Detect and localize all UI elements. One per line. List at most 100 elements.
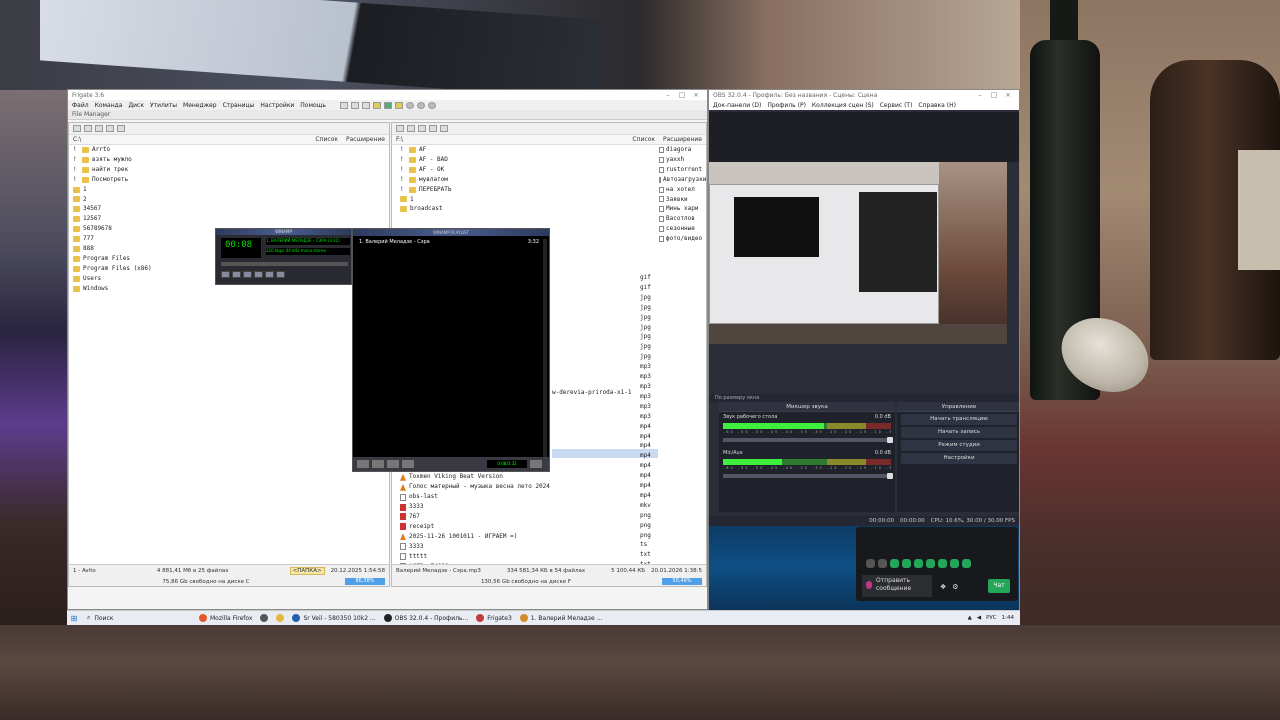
list-item[interactable]: 3333 xyxy=(400,542,646,552)
network-icon[interactable]: ▲ xyxy=(968,615,972,621)
copy-icon[interactable] xyxy=(339,101,348,109)
menu-command[interactable]: Команда xyxy=(95,102,123,109)
side-list-item[interactable]: фото/видео xyxy=(659,234,704,244)
side-list-item[interactable]: сезонные xyxy=(659,224,704,234)
list-item[interactable]: ! AF - BAD xyxy=(400,155,646,165)
taskbar-app[interactable] xyxy=(276,614,285,622)
menu-profile[interactable]: Профиль (P) xyxy=(767,102,806,109)
settings-gear-icon[interactable]: ⚙ xyxy=(952,583,958,591)
list-item[interactable]: ! AF - OK xyxy=(400,165,646,175)
taskbar-app[interactable]: Mozilla Firefox xyxy=(199,614,252,622)
select-button[interactable] xyxy=(387,460,399,468)
favorites-icon[interactable] xyxy=(394,101,403,109)
list-item[interactable]: 1 xyxy=(73,185,389,195)
list-item[interactable]: ! Arrto xyxy=(73,145,389,155)
volume-icon[interactable]: ◀ xyxy=(977,615,981,621)
start-windows-icon[interactable]: ⊞ xyxy=(67,614,81,623)
list-item[interactable]: ! мувлатом xyxy=(400,175,646,185)
pause-icon[interactable] xyxy=(243,271,252,278)
menu-help[interactable]: Помощь xyxy=(300,102,326,109)
drive-icon[interactable] xyxy=(396,125,404,132)
next-icon[interactable] xyxy=(265,271,274,278)
add-button[interactable] xyxy=(357,460,369,468)
start-recording-button[interactable]: Начать запись xyxy=(901,427,1017,438)
menu-utilities[interactable]: Утилиты xyxy=(150,102,177,109)
network-icon[interactable] xyxy=(84,125,92,132)
menu-settings[interactable]: Настройки xyxy=(260,102,294,109)
chat-button[interactable]: Чат xyxy=(988,579,1010,593)
forward-icon[interactable] xyxy=(416,101,425,109)
people-icon[interactable]: ❖ xyxy=(940,583,946,591)
list-item[interactable]: ! AF xyxy=(400,145,646,155)
list-item[interactable]: obs-last xyxy=(400,492,646,502)
volume-slider[interactable] xyxy=(723,473,893,479)
clock[interactable]: 1:44 xyxy=(1002,615,1014,621)
side-list-item[interactable]: rustorrent xyxy=(659,165,704,175)
minimize-button[interactable]: – xyxy=(973,91,987,99)
eject-icon[interactable] xyxy=(276,271,285,278)
winamp-player[interactable]: WINAMP 00:08 1. ВАЛЕРИЙ МЕЛАДЗЕ - СЭРА (… xyxy=(215,228,352,285)
truncated-file-name[interactable]: w-derevia-priroda-x1-1 xyxy=(552,389,631,396)
list-item[interactable]: Голос матерный - музыка весна лето 2024 xyxy=(400,482,646,492)
voice-icon[interactable] xyxy=(890,559,899,568)
play-icon[interactable] xyxy=(232,271,241,278)
list-item[interactable]: ! ПЕРЕБРАТЬ xyxy=(400,185,646,195)
stop-icon[interactable] xyxy=(254,271,263,278)
back-icon[interactable] xyxy=(405,101,414,109)
slider-knob[interactable] xyxy=(887,473,893,479)
taskbar-app[interactable]: Sr Veil - 580350 10k2 ... xyxy=(292,614,376,622)
drive-icon[interactable] xyxy=(73,125,81,132)
winamp-seek-bar[interactable] xyxy=(221,262,348,266)
settings-button[interactable]: Настройки xyxy=(901,453,1017,464)
folder-icon[interactable] xyxy=(372,101,381,109)
side-list-item[interactable]: diagora xyxy=(659,145,704,155)
side-list-item[interactable]: Заявки xyxy=(659,195,704,205)
obs-preview[interactable] xyxy=(709,162,1007,344)
voice-icon[interactable] xyxy=(938,559,947,568)
left-path[interactable]: C:\ xyxy=(73,136,81,143)
close-button[interactable]: × xyxy=(1001,91,1015,99)
menu-disk[interactable]: Диск xyxy=(128,102,144,109)
voice-icon[interactable] xyxy=(950,559,959,568)
move-icon[interactable] xyxy=(350,101,359,109)
list-item[interactable]: Toxmen Viking Beat Version xyxy=(400,472,646,482)
list-item[interactable]: ttttt xyxy=(400,552,646,562)
root-icon[interactable] xyxy=(106,125,114,132)
close-button[interactable]: × xyxy=(689,91,703,99)
taskbar-app[interactable]: OBS 32.0.4 - Профиль... xyxy=(383,614,468,622)
maximize-button[interactable]: □ xyxy=(675,91,689,99)
left-list-column[interactable]: Список xyxy=(315,136,338,143)
list-item[interactable]: 34567 xyxy=(73,204,389,214)
list-item[interactable]: Windows xyxy=(73,284,389,294)
taskbar-app[interactable] xyxy=(260,614,269,622)
home-icon[interactable] xyxy=(418,125,426,132)
list-item[interactable]: 2025-11-26 1001011 - ИГРАЕМ =) xyxy=(400,532,646,542)
up-folder-icon[interactable] xyxy=(117,125,125,132)
microphone-icon[interactable] xyxy=(866,581,872,589)
list-item[interactable]: ! Посмотреть xyxy=(73,175,389,185)
up-icon[interactable] xyxy=(427,101,436,109)
up-folder-icon[interactable] xyxy=(440,125,448,132)
right-path[interactable]: F:\ xyxy=(396,136,403,143)
list-item[interactable]: 767 xyxy=(400,512,646,522)
side-list-item[interactable]: yaxxh xyxy=(659,155,704,165)
voice-icon[interactable] xyxy=(926,559,935,568)
slider-knob[interactable] xyxy=(887,437,893,443)
scene-scale-bar[interactable]: По размеру окна xyxy=(709,394,1019,402)
voice-icon[interactable] xyxy=(962,559,971,568)
maximize-button[interactable]: □ xyxy=(987,91,1001,99)
side-list-item[interactable]: Автозагрузки xyxy=(659,175,706,185)
list-item[interactable]: 1 xyxy=(400,195,646,205)
playlist-scrollbar[interactable] xyxy=(543,239,547,459)
right-ext-column[interactable]: Расширение xyxy=(663,136,702,143)
screen-icon[interactable] xyxy=(878,559,887,568)
voice-icon[interactable] xyxy=(902,559,911,568)
winamp-time[interactable]: 00:08 xyxy=(225,240,252,250)
remove-button[interactable] xyxy=(372,460,384,468)
home-icon[interactable] xyxy=(95,125,103,132)
misc-button[interactable] xyxy=(402,460,414,468)
taskbar-app[interactable]: 1. Валерий Меладзе ... xyxy=(519,614,602,622)
list-item[interactable]: 12567 xyxy=(73,214,389,224)
refresh-icon[interactable] xyxy=(383,101,392,109)
menu-tools[interactable]: Сервис (T) xyxy=(880,102,913,109)
